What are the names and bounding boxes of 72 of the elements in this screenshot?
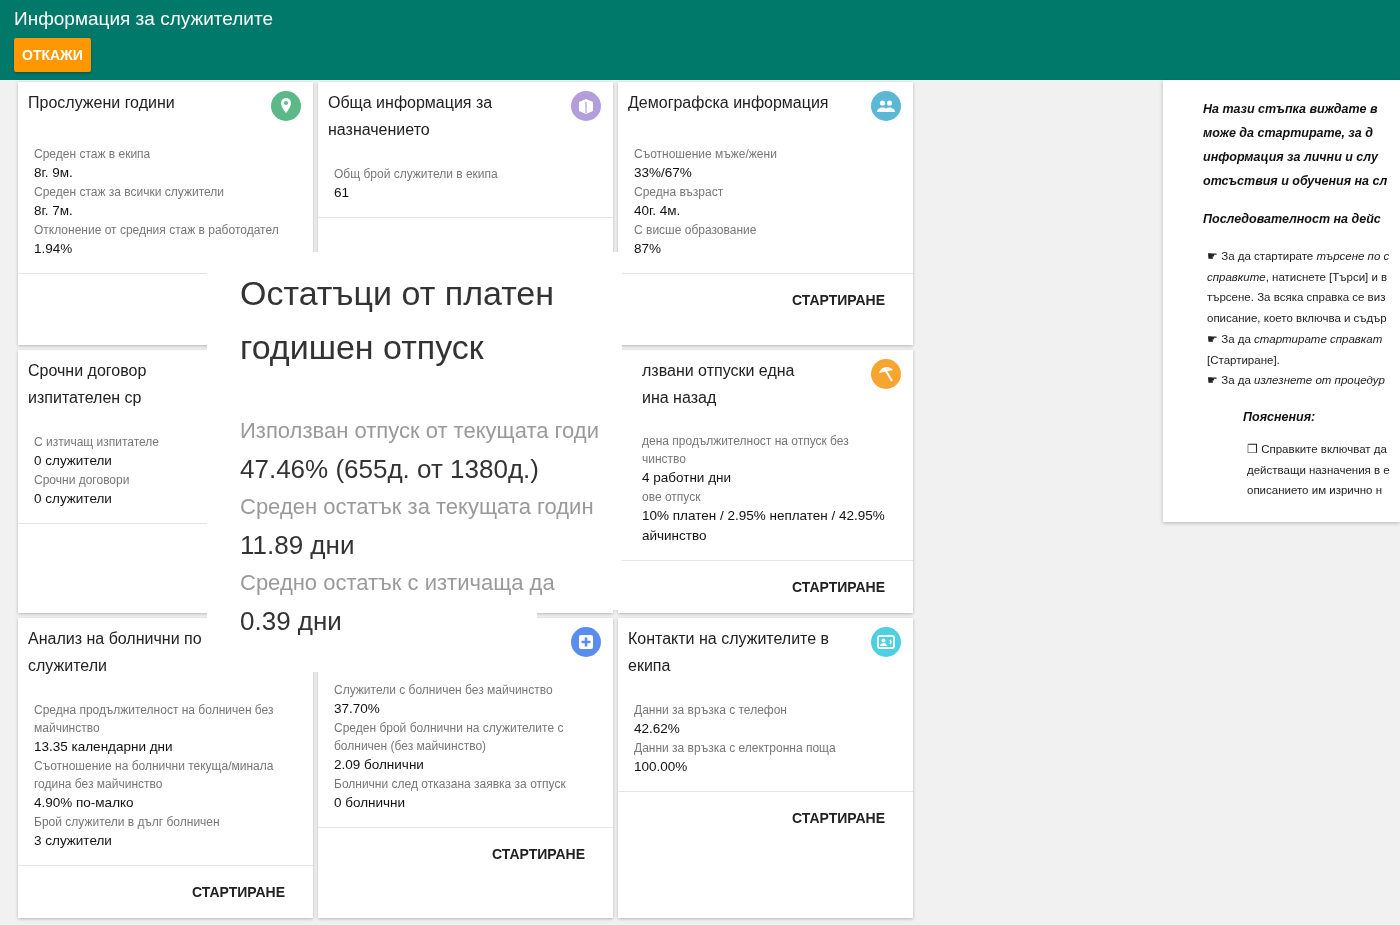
field-label: Съотношение мъже/жени: [634, 146, 778, 163]
start-button[interactable]: СТАРТИРАНЕ: [792, 579, 885, 595]
field-value: 1.94%: [34, 240, 74, 258]
field-label: С изтичащ изпитателе: [34, 434, 161, 451]
field-value: 37.70%: [334, 700, 381, 718]
instruction-text: [Стартиране].: [1207, 352, 1281, 368]
instruction-text: справките, натиснете [Търси] и в: [1207, 269, 1389, 285]
magnified-label: Средно остатък с изтичаща да: [240, 569, 556, 597]
field-value: 4.90% по-малко: [34, 794, 135, 812]
intro-text: може да стартирате, за д: [1203, 125, 1374, 142]
magnified-value: 0.39 дни: [240, 605, 343, 638]
card-title: Анализ на болнични по служители: [28, 629, 203, 676]
page-title: Информация за служителите: [14, 8, 274, 30]
field-label: Болнични след отказана заявка за отпуск: [334, 776, 567, 793]
field-value: 3 служители: [34, 832, 113, 850]
magnified-title: Остатъци от платен годишен отпуск: [240, 273, 555, 368]
field-label: Среден стаж в екипа: [34, 146, 152, 163]
field-value: 8г. 9м.: [34, 164, 74, 182]
instruction-text: търсене. За всяка справка се виз: [1207, 290, 1387, 306]
field-label: Срочни договори: [34, 472, 131, 489]
field-label: Брой служители в дълг болничен: [34, 814, 221, 831]
card-title: Контакти на служителите в екипа: [628, 629, 831, 676]
field-label: Среден стаж за всички служители: [34, 184, 225, 201]
field-label: С висше образование: [634, 222, 758, 239]
field-label: Съотношение на болнични текуща/минала година без майчинство: [34, 758, 275, 793]
field-label: Общ брой служители в екипа: [334, 166, 499, 183]
field-value: 61: [334, 184, 351, 202]
field-label: Средна възраст: [634, 184, 725, 201]
field-value: 33%/67%: [634, 164, 693, 182]
intro-text: отсъствия и обучения на сл: [1203, 173, 1389, 190]
field-value: 2.09 болнични: [334, 756, 425, 774]
start-button[interactable]: СТАРТИРАНЕ: [192, 884, 285, 900]
field-value: 100.00%: [634, 758, 689, 776]
start-button[interactable]: СТАРТИРАНЕ: [492, 846, 585, 862]
notes-heading: Пояснения:: [1243, 408, 1317, 426]
card-title: Демографска информация: [628, 93, 829, 113]
field-value: 4 работни дни: [642, 469, 733, 487]
card-title: Прослужени години: [28, 93, 175, 113]
instruction-text: ☛ За да стартирате справкат: [1207, 331, 1384, 347]
section-heading: Последователност на дейс: [1203, 211, 1382, 228]
magnified-label: Използван отпуск от текущата годи: [240, 417, 600, 445]
field-value: 42.62%: [634, 720, 681, 738]
intro-text: На тази стъпка виждате в: [1203, 101, 1379, 118]
field-label: Данни за връзка с електронна поща: [634, 740, 837, 757]
card-title: Обща информация за назначението: [328, 93, 494, 140]
instruction-text: описание, което включва и съдър: [1207, 311, 1388, 327]
note-text: действащи назначения в е: [1247, 462, 1391, 478]
field-label: ове отпуск: [642, 489, 702, 506]
magnified-value: 11.89 дни: [240, 529, 356, 562]
field-value: 10% платен / 2.95% неплатен / 42.95% айчинство: [642, 507, 886, 545]
field-label: Среден брой болнични на служителите с болничен (без майчинство): [334, 720, 565, 755]
field-label: дена продължителност на отпуск без чинство: [642, 433, 850, 468]
intro-text: информация за лични и слу: [1203, 149, 1380, 166]
field-label: Данни за връзка с телефон: [634, 702, 788, 719]
card-title: лзвани отпуски една ина назад: [642, 361, 795, 408]
instruction-text: ☛ За да стартирате търсене по с: [1207, 249, 1391, 264]
magnified-value: 47.46% (655д. от 1380д.): [240, 453, 540, 486]
field-value: 13.35 календарни дни: [34, 738, 174, 756]
start-button[interactable]: СТАРТИРАНЕ: [792, 810, 885, 826]
note-text: ❐ Справките включват да: [1247, 441, 1388, 457]
field-value: 87%: [634, 240, 663, 258]
instruction-text: ☛ За да излезнете от процедур: [1207, 373, 1386, 389]
field-value: 40г. 4м.: [634, 202, 682, 220]
field-label: Средна продължителност на болничен без майчинство: [34, 702, 275, 737]
field-label: Отклонение от средния стаж в работодател: [34, 222, 280, 239]
start-button[interactable]: СТАРТИРАНЕ: [792, 292, 885, 308]
field-value: 0 болнични: [334, 794, 407, 812]
field-label: Служители с болничен без майчинство: [334, 682, 554, 699]
note-text: описанието им изрично н: [1247, 483, 1384, 499]
card-title: Срочни договор изпитателен ср: [28, 361, 147, 408]
field-value: 8г. 7м.: [34, 202, 74, 220]
magnified-label: Среден остатък за текущата годин: [240, 493, 595, 521]
